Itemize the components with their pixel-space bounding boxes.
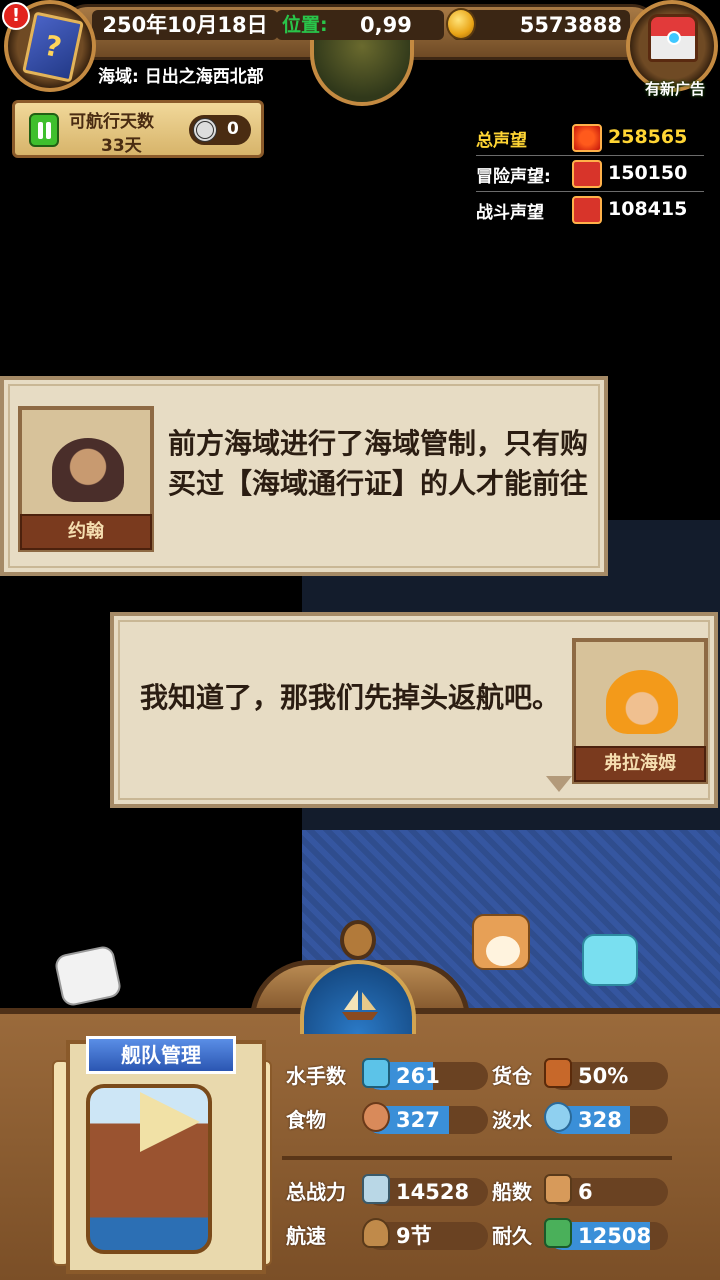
stat-value: 14528	[396, 1180, 470, 1204]
gold-coin-icon	[446, 8, 476, 40]
shiba-dog-pet[interactable]	[472, 914, 530, 970]
position-display: 位置: 0,99	[276, 10, 444, 40]
ships-icon	[544, 1174, 572, 1204]
stat-sailors[interactable]: 水手数 261	[286, 1058, 492, 1092]
ticket-icon	[193, 118, 217, 142]
stat-value: 261	[396, 1064, 440, 1088]
treasure-chest-icon	[648, 14, 698, 62]
adventure-reputation-value: 150150	[608, 162, 688, 184]
ship-wheel-ornament	[340, 920, 376, 960]
sailor-icon	[362, 1058, 390, 1088]
stat-value: 50%	[578, 1064, 629, 1088]
white-cube-pet[interactable]	[53, 944, 123, 1008]
stat-ships[interactable]: 船数 6	[492, 1174, 668, 1208]
fleet-management-button[interactable]: 舰队管理	[86, 1036, 236, 1074]
new-ad-label[interactable]: 有新广告	[640, 78, 710, 99]
stat-food[interactable]: 食物 327	[286, 1102, 492, 1136]
sail-days-panel: 可航行天数 33天 0	[12, 100, 264, 158]
total-reputation-row: 总声望 258565	[476, 120, 704, 156]
battle-reputation-value: 108415	[608, 198, 688, 220]
position-label: 位置:	[282, 14, 328, 36]
john-avatar	[52, 438, 124, 502]
sail-days-label: 可航行天数	[69, 112, 154, 132]
stat-water[interactable]: 淡水 328	[492, 1102, 668, 1136]
stat-cargo[interactable]: 货仓 50%	[492, 1058, 668, 1092]
stat-durability[interactable]: 耐久 12508	[492, 1218, 668, 1252]
pass-ticket-counter: 0	[189, 115, 251, 145]
stat-label: 淡水	[492, 1108, 532, 1132]
cargo-icon	[544, 1058, 572, 1088]
reputation-badge-icon	[572, 124, 602, 152]
blue-cat-pet[interactable]	[582, 934, 638, 986]
battle-reputation-label: 战斗声望	[476, 203, 544, 223]
dialog-box-john[interactable]: 约翰 前方海域进行了海域管制，只有购买过【海域通行证】的人才能前往	[0, 376, 608, 576]
speaker-portrait: 弗拉海姆	[572, 638, 708, 784]
gem-icon	[667, 31, 681, 45]
speed-icon	[362, 1218, 390, 1248]
stat-value: 328	[578, 1108, 622, 1132]
panel-divider	[282, 1156, 672, 1160]
water-icon	[544, 1102, 572, 1132]
adventure-reputation-row: 冒险声望: 150150	[476, 156, 704, 192]
position-value: 0,99	[360, 13, 412, 37]
battle-reputation-row: 战斗声望 108415	[476, 192, 704, 228]
dialog-box-fram[interactable]: 我知道了，那我们先掉头返航吧。 弗拉海姆	[110, 612, 718, 808]
speaker-portrait: 约翰	[18, 406, 154, 552]
stat-power[interactable]: 总战力 14528	[286, 1174, 492, 1208]
pause-icon[interactable]	[29, 113, 59, 147]
stat-value: 12508	[578, 1224, 652, 1248]
durability-icon	[544, 1218, 572, 1248]
stat-speed[interactable]: 航速 9节	[286, 1218, 492, 1252]
stat-label: 货仓	[492, 1064, 532, 1088]
stat-label: 船数	[492, 1180, 532, 1204]
power-icon	[362, 1174, 390, 1204]
sail-days-value: 33天	[101, 136, 142, 156]
game-date: 250年10月18日	[92, 10, 278, 40]
total-reputation-value: 258565	[608, 126, 688, 148]
speaker-name: 约翰	[20, 514, 152, 550]
dialog-text: 前方海域进行了海域管制，只有购买过【海域通行证】的人才能前往	[168, 427, 589, 500]
sailing-ship-icon	[342, 990, 378, 1020]
compass-badge-icon	[572, 160, 602, 188]
alert-badge-icon: !	[2, 2, 30, 30]
ticket-count: 0	[227, 119, 239, 139]
next-arrow-icon[interactable]	[546, 776, 572, 792]
book-icon: ?	[22, 11, 84, 83]
adventure-reputation-label: 冒险声望:	[476, 167, 551, 187]
crossed-swords-badge-icon	[572, 196, 602, 224]
speaker-name: 弗拉海姆	[574, 746, 706, 782]
food-icon	[362, 1102, 390, 1132]
stat-label: 总战力	[286, 1180, 346, 1204]
gold-amount: 5573888	[452, 10, 630, 40]
stat-value: 6	[578, 1180, 593, 1204]
stat-value: 327	[396, 1108, 440, 1132]
total-reputation-label: 总声望	[476, 131, 527, 151]
globe-map-button[interactable]	[310, 40, 414, 106]
fleet-ship-image[interactable]	[86, 1084, 212, 1254]
fram-avatar	[606, 670, 678, 734]
stat-label: 耐久	[492, 1224, 532, 1248]
sea-region-label: 海域: 日出之海西北部	[98, 67, 264, 87]
dialog-text: 我知道了，那我们先掉头返航吧。	[140, 681, 561, 714]
stat-value: 9节	[396, 1224, 432, 1248]
stat-label: 水手数	[286, 1064, 346, 1088]
stat-label: 航速	[286, 1224, 326, 1248]
reputation-panel: 总声望 258565 冒险声望: 150150 战斗声望 108415	[476, 120, 704, 228]
stat-label: 食物	[286, 1108, 326, 1132]
